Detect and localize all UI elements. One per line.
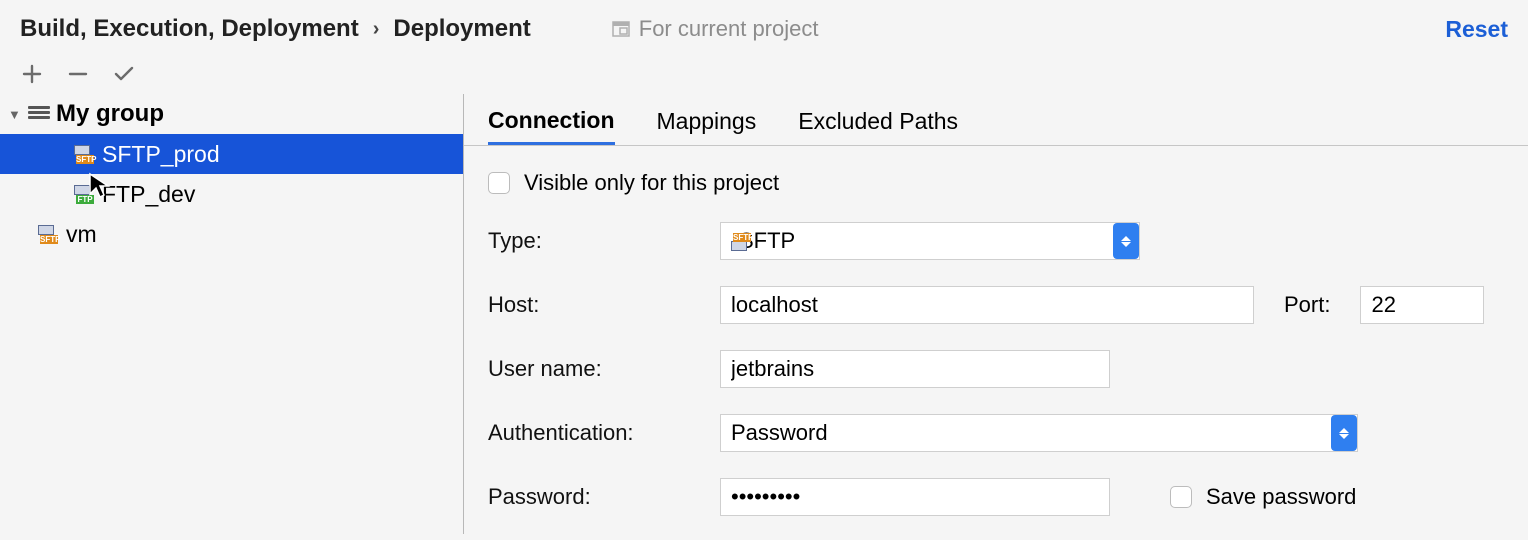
tree-item-label: FTP_dev bbox=[102, 181, 195, 208]
connection-form: Visible only for this project Type: SFTP… bbox=[464, 146, 1528, 516]
updown-icon[interactable] bbox=[1331, 415, 1357, 451]
tab-excluded-paths[interactable]: Excluded Paths bbox=[798, 108, 958, 145]
tree-group-label: My group bbox=[56, 100, 164, 128]
project-scope-indicator: For current project bbox=[611, 16, 819, 42]
updown-icon[interactable] bbox=[1113, 223, 1139, 259]
ftp-server-icon: FTP bbox=[74, 185, 96, 203]
tree-item-ftp-dev[interactable]: FTP FTP_dev bbox=[0, 174, 463, 214]
type-select[interactable]: SFTP SFTP bbox=[720, 222, 1140, 260]
save-password-checkbox[interactable] bbox=[1170, 486, 1192, 508]
breadcrumb: Build, Execution, Deployment › Deploymen… bbox=[20, 15, 531, 43]
authentication-label: Authentication: bbox=[488, 420, 720, 446]
chevron-right-icon: › bbox=[369, 18, 384, 41]
authentication-value: Password bbox=[731, 420, 828, 446]
host-label: Host: bbox=[488, 292, 720, 318]
reset-button[interactable]: Reset bbox=[1445, 16, 1508, 43]
authentication-select[interactable]: Password bbox=[720, 414, 1358, 452]
password-label: Password: bbox=[488, 484, 720, 510]
deployment-tabs: Connection Mappings Excluded Paths bbox=[464, 94, 1528, 146]
visible-only-label: Visible only for this project bbox=[524, 170, 779, 196]
port-label: Port: bbox=[1284, 292, 1330, 318]
save-password-label: Save password bbox=[1206, 484, 1356, 510]
add-icon[interactable] bbox=[20, 62, 44, 86]
project-scope-icon bbox=[611, 19, 631, 39]
tab-mappings[interactable]: Mappings bbox=[657, 108, 757, 145]
remove-icon[interactable] bbox=[66, 62, 90, 86]
type-label: Type: bbox=[488, 228, 720, 254]
tree-item-label: vm bbox=[66, 221, 97, 248]
password-input[interactable] bbox=[720, 478, 1110, 516]
collapse-icon[interactable]: ▼ bbox=[8, 107, 22, 122]
deployment-toolbar bbox=[0, 50, 1528, 94]
username-label: User name: bbox=[488, 356, 720, 382]
sftp-server-icon: SFTP bbox=[38, 225, 60, 243]
breadcrumb-item[interactable]: Build, Execution, Deployment bbox=[20, 15, 359, 43]
breadcrumb-item[interactable]: Deployment bbox=[393, 15, 530, 43]
username-input[interactable] bbox=[720, 350, 1110, 388]
deployment-tree: ▼ My group SFTP SFTP_prod FTP bbox=[0, 94, 464, 534]
group-icon bbox=[28, 105, 50, 123]
tree-item-sftp-prod[interactable]: SFTP SFTP_prod bbox=[0, 134, 463, 174]
port-input[interactable] bbox=[1360, 286, 1484, 324]
host-input[interactable] bbox=[720, 286, 1254, 324]
visible-only-checkbox[interactable] bbox=[488, 172, 510, 194]
tree-item-label: SFTP_prod bbox=[102, 141, 220, 168]
check-icon[interactable] bbox=[112, 62, 136, 86]
project-scope-label: For current project bbox=[639, 16, 819, 42]
tree-item-vm[interactable]: SFTP vm bbox=[0, 214, 463, 254]
tab-connection[interactable]: Connection bbox=[488, 107, 615, 145]
sftp-server-icon: SFTP bbox=[74, 145, 96, 163]
tree-group[interactable]: ▼ My group bbox=[0, 94, 463, 134]
